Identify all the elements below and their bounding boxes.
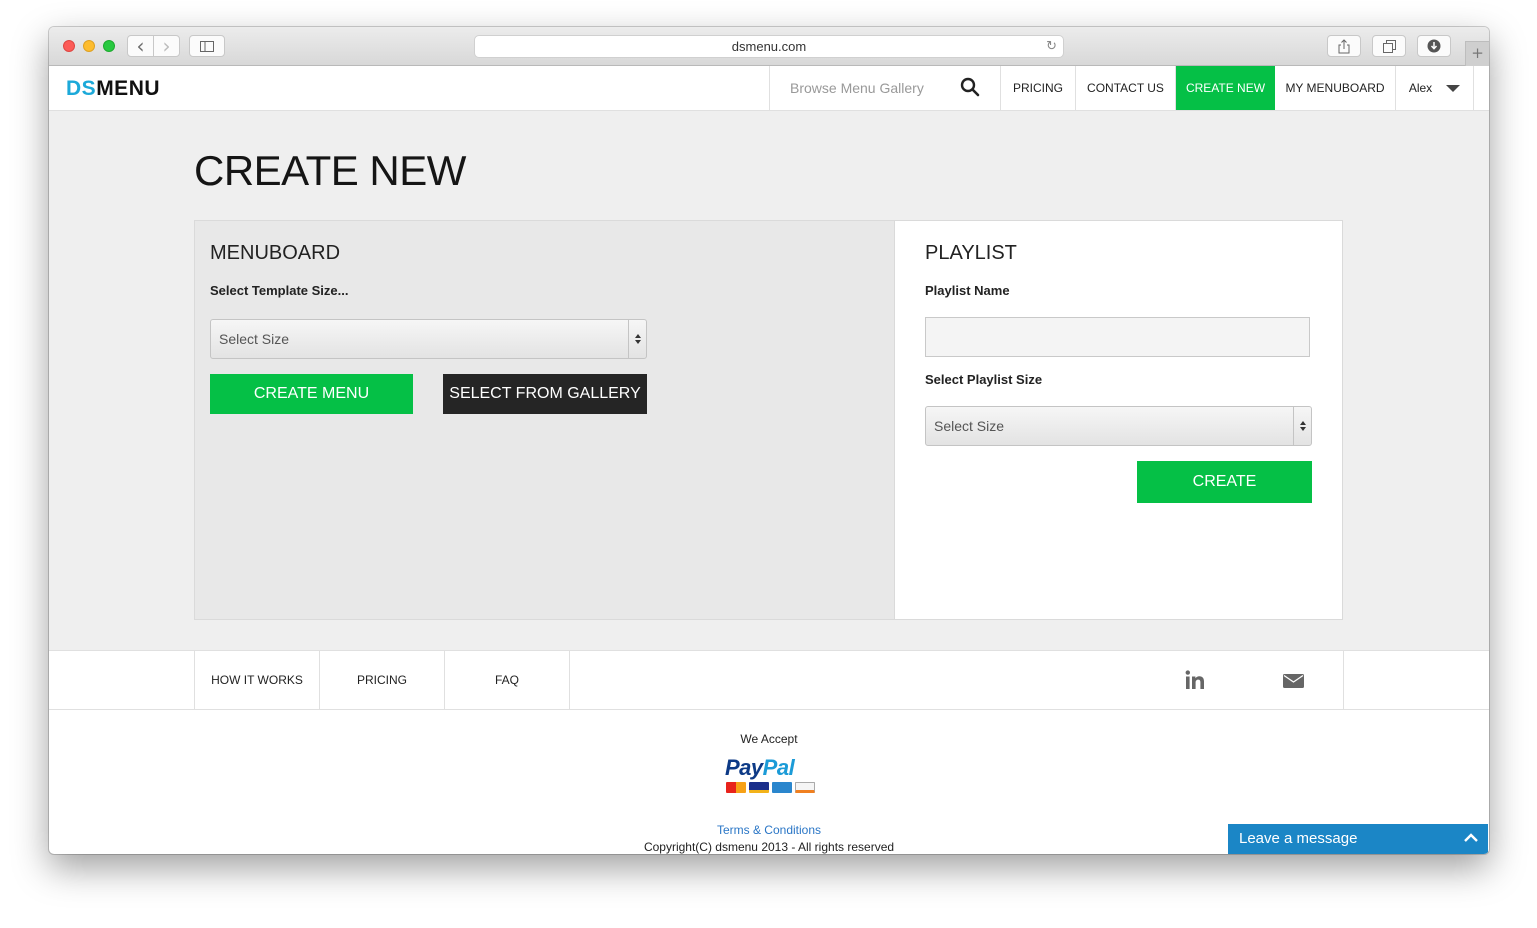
playlist-size-label: Select Playlist Size xyxy=(925,372,1043,387)
nav-my-menuboard[interactable]: MY MENUBOARD xyxy=(1275,66,1396,110)
footer-link-how-it-works[interactable]: HOW IT WORKS xyxy=(194,651,320,709)
we-accept-text: We Accept xyxy=(740,732,798,746)
back-button[interactable]: ‹ xyxy=(127,35,154,57)
user-menu[interactable]: Alex xyxy=(1396,66,1474,110)
playlist-size-value: Select Size xyxy=(934,418,1005,434)
amex-icon xyxy=(772,782,792,793)
tabs-icon xyxy=(1382,39,1396,53)
menuboard-heading: MENUBOARD xyxy=(210,242,341,264)
linkedin-icon[interactable] xyxy=(1185,670,1205,690)
reload-icon[interactable]: ↻ xyxy=(1046,36,1057,57)
minimize-window-button[interactable] xyxy=(83,40,95,52)
select-from-gallery-button[interactable]: SELECT FROM GALLERY xyxy=(443,374,647,414)
url-text: dsmenu.com xyxy=(731,39,807,54)
footer-link-pricing[interactable]: PRICING xyxy=(320,651,445,709)
sidebar-toggle-button[interactable] xyxy=(189,35,225,57)
footer-link-faq[interactable]: FAQ xyxy=(445,651,570,709)
search-input[interactable]: Browse Menu Gallery xyxy=(790,80,924,96)
page-title: CREATE NEW xyxy=(194,147,466,194)
template-size-label: Select Template Size... xyxy=(210,283,349,298)
leave-message-widget[interactable]: Leave a message xyxy=(1228,824,1488,854)
card-logos xyxy=(726,782,815,793)
chevron-right-icon: › xyxy=(162,34,171,58)
share-icon xyxy=(1338,38,1350,53)
create-menu-button[interactable]: CREATE MENU xyxy=(210,374,413,414)
create-playlist-button[interactable]: CREATE xyxy=(1137,461,1312,503)
select-arrows-icon xyxy=(1293,407,1311,445)
template-size-select[interactable]: Select Size xyxy=(210,319,647,359)
zoom-window-button[interactable] xyxy=(103,40,115,52)
tabs-overview-button[interactable] xyxy=(1372,35,1406,57)
footer-nav: HOW IT WORKS PRICING FAQ xyxy=(49,650,1489,710)
template-size-value: Select Size xyxy=(219,331,290,347)
playlist-size-select[interactable]: Select Size xyxy=(925,406,1312,446)
main-content: CREATE NEW MENUBOARD Select Template Siz… xyxy=(49,111,1489,650)
browser-titlebar: ‹ › dsmenu.com ↻ + xyxy=(49,27,1489,66)
caret-down-icon xyxy=(1446,85,1461,93)
new-tab-button[interactable]: + xyxy=(1465,41,1489,66)
chevron-left-icon: ‹ xyxy=(136,34,145,58)
close-window-button[interactable] xyxy=(63,40,75,52)
nav-pricing[interactable]: PRICING xyxy=(1001,66,1076,110)
browser-window: ‹ › dsmenu.com ↻ + DSMENU Browse Menu Ga… xyxy=(49,27,1489,854)
visa-icon xyxy=(749,782,769,793)
menuboard-panel: MENUBOARD Select Template Size... Select… xyxy=(194,220,895,620)
chevron-up-icon[interactable] xyxy=(1464,831,1478,845)
address-bar[interactable]: dsmenu.com ↻ xyxy=(474,35,1064,58)
downloads-button[interactable] xyxy=(1417,35,1451,57)
site-logo[interactable]: DSMENU xyxy=(66,77,160,101)
leave-message-label: Leave a message xyxy=(1239,830,1358,847)
playlist-name-label: Playlist Name xyxy=(925,283,1010,298)
sidebar-icon xyxy=(200,40,214,52)
plus-icon: + xyxy=(1471,44,1484,62)
share-button[interactable] xyxy=(1327,35,1361,57)
paypal-text-pay: Pay xyxy=(725,755,763,780)
paypal-logo: PayPal xyxy=(725,755,815,801)
playlist-name-input[interactable] xyxy=(925,317,1310,357)
terms-and-conditions-link[interactable]: Terms & Conditions xyxy=(717,823,821,837)
nav-contact-us[interactable]: CONTACT US xyxy=(1076,66,1176,110)
select-arrows-icon xyxy=(628,320,646,358)
playlist-panel: PLAYLIST Playlist Name Select Playlist S… xyxy=(894,220,1343,620)
search-icon[interactable] xyxy=(960,77,980,97)
logo-ds: DS xyxy=(66,77,97,100)
email-icon[interactable] xyxy=(1283,674,1304,688)
discover-icon xyxy=(795,782,815,793)
download-icon xyxy=(1427,39,1441,53)
mastercard-icon xyxy=(726,782,746,793)
forward-button[interactable]: › xyxy=(153,35,180,57)
footer-divider xyxy=(1343,651,1344,709)
site-header: DSMENU Browse Menu Gallery PRICING CONTA… xyxy=(49,66,1489,111)
logo-menu: MENU xyxy=(96,77,161,100)
user-name: Alex xyxy=(1408,81,1433,95)
gallery-search: Browse Menu Gallery xyxy=(769,66,1001,110)
paypal-text-pal: Pal xyxy=(762,755,795,780)
playlist-heading: PLAYLIST xyxy=(925,242,1017,264)
nav-create-new[interactable]: CREATE NEW xyxy=(1176,66,1275,110)
